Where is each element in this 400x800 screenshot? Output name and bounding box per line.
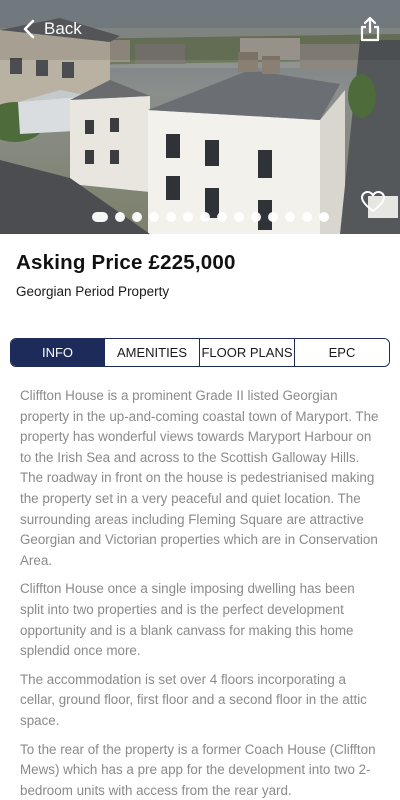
share-icon[interactable] — [358, 16, 382, 42]
gallery-dot[interactable] — [183, 212, 193, 222]
gallery-dot[interactable] — [268, 212, 278, 222]
gallery-dot[interactable] — [285, 212, 295, 222]
gallery-dot[interactable] — [132, 212, 142, 222]
property-photo-gallery[interactable]: Back — [0, 0, 400, 234]
description-paragraph: Cliffton House once a single imposing dw… — [20, 581, 355, 659]
heart-icon[interactable] — [360, 190, 386, 214]
gallery-dot[interactable] — [166, 212, 176, 222]
description-paragraph: The accommodation is set over 4 floors i… — [20, 671, 367, 728]
tab-floor-plans[interactable]: FLOOR PLANS — [200, 339, 295, 366]
property-type: Georgian Period Property — [16, 284, 170, 299]
gallery-dot[interactable] — [302, 212, 312, 222]
tab-amenities[interactable]: AMENITIES — [105, 339, 200, 366]
tab-info[interactable]: INFO — [11, 339, 105, 366]
chevron-left-icon — [23, 19, 35, 39]
listing-tabs: INFO AMENITIES FLOOR PLANS EPC — [10, 338, 390, 367]
gallery-pagination — [92, 212, 329, 222]
gallery-dot[interactable] — [319, 212, 329, 222]
tab-epc[interactable]: EPC — [295, 339, 389, 366]
gallery-dot[interactable] — [234, 212, 244, 222]
back-button[interactable]: Back — [22, 17, 82, 41]
gallery-dot[interactable] — [149, 212, 159, 222]
property-description: Cliffton House is a prominent Grade II l… — [20, 386, 382, 800]
gallery-dot[interactable] — [251, 212, 261, 222]
back-label: Back — [44, 19, 82, 38]
gallery-dot[interactable] — [200, 212, 210, 222]
description-paragraph: To the rear of the property is a former … — [20, 741, 376, 798]
description-paragraph: Cliffton House is a prominent Grade II l… — [20, 388, 379, 568]
gallery-dot[interactable] — [92, 212, 108, 222]
gallery-dot[interactable] — [217, 212, 227, 222]
gallery-dot[interactable] — [115, 212, 125, 222]
asking-price: Asking Price £225,000 — [16, 251, 236, 274]
